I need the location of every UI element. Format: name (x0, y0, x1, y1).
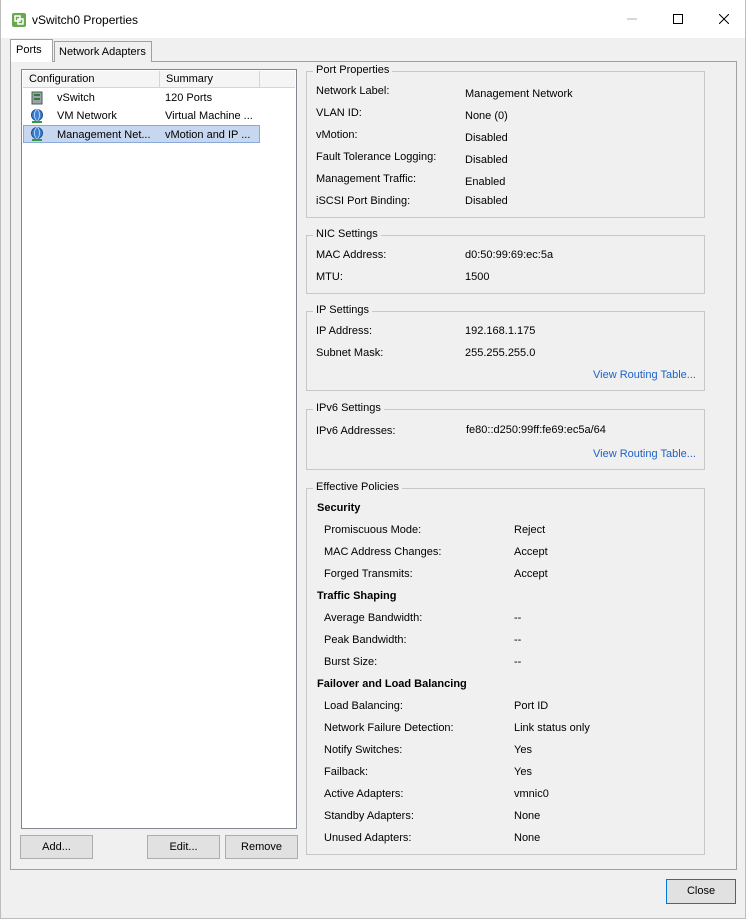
group-title: IPv6 Settings (313, 402, 384, 414)
mac-address-label: MAC Address: (316, 249, 387, 261)
average-bandwidth-value: -- (514, 612, 522, 624)
subnet-mask-value: 255.255.255.0 (465, 347, 536, 359)
vmotion-label: vMotion: (316, 129, 358, 141)
close-button[interactable]: Close (666, 879, 736, 904)
ipv6-addresses-value: fe80::d250:99ff:fe69:ec5a/64 (466, 424, 606, 436)
average-bandwidth-label: Average Bandwidth: (324, 612, 423, 624)
list-item-name: Management Net... (57, 129, 151, 141)
list-header: Configuration Summary (23, 71, 295, 88)
vm-network-icon (31, 109, 43, 123)
ipv6-settings-group: IPv6 Settings IPv6 Addresses: fe80::d250… (306, 402, 705, 470)
fault-tolerance-value: Disabled (465, 154, 508, 166)
standby-adapters-label: Standby Adapters: (324, 810, 414, 822)
peak-bandwidth-label: Peak Bandwidth: (324, 634, 407, 646)
minimize-button[interactable] (609, 0, 655, 38)
notify-switches-label: Notify Switches: (324, 744, 403, 756)
mac-address-changes-value: Accept (514, 546, 548, 558)
list-item-management-network[interactable]: Management Net... vMotion and IP ... (23, 125, 260, 143)
maximize-button[interactable] (655, 0, 701, 38)
vlan-id-value: None (0) (465, 110, 508, 122)
iscsi-port-binding-value: Disabled (465, 195, 508, 207)
list-item-summary: vMotion and IP ... (165, 129, 251, 141)
forged-transmits-value: Accept (514, 568, 548, 580)
network-failure-detection-value: Link status only (514, 722, 590, 734)
list-item-name: VM Network (57, 110, 117, 122)
remove-button[interactable]: Remove (225, 835, 298, 859)
management-traffic-value: Enabled (465, 176, 506, 188)
burst-size-value: -- (514, 656, 522, 668)
vmotion-value: Disabled (465, 132, 508, 144)
ip-address-value: 192.168.1.175 (465, 325, 536, 337)
column-header-summary[interactable]: Summary (160, 71, 260, 88)
minimize-icon (627, 18, 637, 20)
forged-transmits-label: Forged Transmits: (324, 568, 413, 580)
load-balancing-label: Load Balancing: (324, 700, 403, 712)
list-item-summary: Virtual Machine ... (165, 110, 253, 122)
fault-tolerance-label: Fault Tolerance Logging: (316, 151, 437, 163)
unused-adapters-label: Unused Adapters: (324, 832, 412, 844)
group-title: NIC Settings (313, 228, 381, 240)
properties-dialog: vSwitch0 Properties Ports Network Adapte… (0, 0, 746, 919)
port-properties-group: Port Properties Network Label: Managemen… (306, 64, 705, 218)
management-traffic-label: Management Traffic: (316, 173, 417, 185)
promiscuous-mode-value: Reject (514, 524, 546, 536)
network-label-label: Network Label: (316, 85, 390, 97)
tab-ports[interactable]: Ports (10, 39, 53, 62)
add-button[interactable]: Add... (20, 835, 93, 859)
security-heading: Security (317, 502, 361, 514)
failback-label: Failback: (324, 766, 369, 778)
mac-address-value: d0:50:99:69:ec:5a (465, 249, 554, 261)
unused-adapters-value: None (514, 832, 541, 844)
mtu-value: 1500 (465, 271, 490, 283)
load-balancing-value: Port ID (514, 700, 549, 712)
promiscuous-mode-label: Promiscuous Mode: (324, 524, 422, 536)
list-item-name: vSwitch (57, 92, 95, 104)
group-title: IP Settings (313, 304, 372, 316)
mac-address-changes-label: MAC Address Changes: (324, 546, 442, 558)
peak-bandwidth-value: -- (514, 634, 522, 646)
window-title: vSwitch0 Properties (32, 13, 139, 27)
group-title: Effective Policies (313, 481, 402, 493)
failback-value: Yes (514, 766, 532, 778)
network-label-value: Management Network (465, 88, 573, 100)
title-bar: vSwitch0 Properties (1, 0, 745, 38)
view-routing-table-link[interactable]: View Routing Table... (593, 369, 696, 381)
group-title: Port Properties (313, 64, 393, 76)
vmkernel-port-icon (31, 127, 43, 141)
list-item-summary: 120 Ports (165, 92, 213, 104)
active-adapters-label: Active Adapters: (324, 788, 404, 800)
close-icon (719, 14, 729, 24)
tab-network-adapters[interactable]: Network Adapters (54, 41, 152, 62)
network-failure-detection-label: Network Failure Detection: (324, 722, 454, 734)
iscsi-port-binding-label: iSCSI Port Binding: (316, 195, 411, 207)
effective-policies-group: Effective Policies Security Promiscuous … (306, 481, 705, 855)
column-header-configuration[interactable]: Configuration (23, 71, 160, 88)
failover-heading: Failover and Load Balancing (317, 678, 467, 690)
nic-settings-group: NIC Settings MAC Address: d0:50:99:69:ec… (306, 228, 705, 294)
window-close-button[interactable] (701, 0, 746, 38)
notify-switches-value: Yes (514, 744, 532, 756)
ipv6-addresses-label: IPv6 Addresses: (316, 425, 396, 437)
standby-adapters-value: None (514, 810, 541, 822)
configuration-list[interactable]: Configuration Summary vSwitch 120 Ports … (21, 69, 297, 829)
traffic-shaping-heading: Traffic Shaping (317, 590, 397, 602)
list-item-vm-network[interactable]: VM Network Virtual Machine ... (23, 107, 260, 125)
burst-size-label: Burst Size: (324, 656, 378, 668)
list-item-vswitch[interactable]: vSwitch 120 Ports (23, 89, 260, 107)
subnet-mask-label: Subnet Mask: (316, 347, 384, 359)
vswitch-icon (31, 91, 43, 105)
ip-address-label: IP Address: (316, 325, 373, 337)
maximize-icon (673, 14, 683, 24)
vsphere-app-icon (12, 13, 26, 27)
mtu-label: MTU: (316, 271, 343, 283)
ip-settings-group: IP Settings IP Address: 192.168.1.175 Su… (306, 304, 705, 391)
vlan-id-label: VLAN ID: (316, 107, 362, 119)
edit-button[interactable]: Edit... (147, 835, 220, 859)
ipv6-view-routing-table-link[interactable]: View Routing Table... (593, 448, 696, 460)
active-adapters-value: vmnic0 (514, 788, 549, 800)
